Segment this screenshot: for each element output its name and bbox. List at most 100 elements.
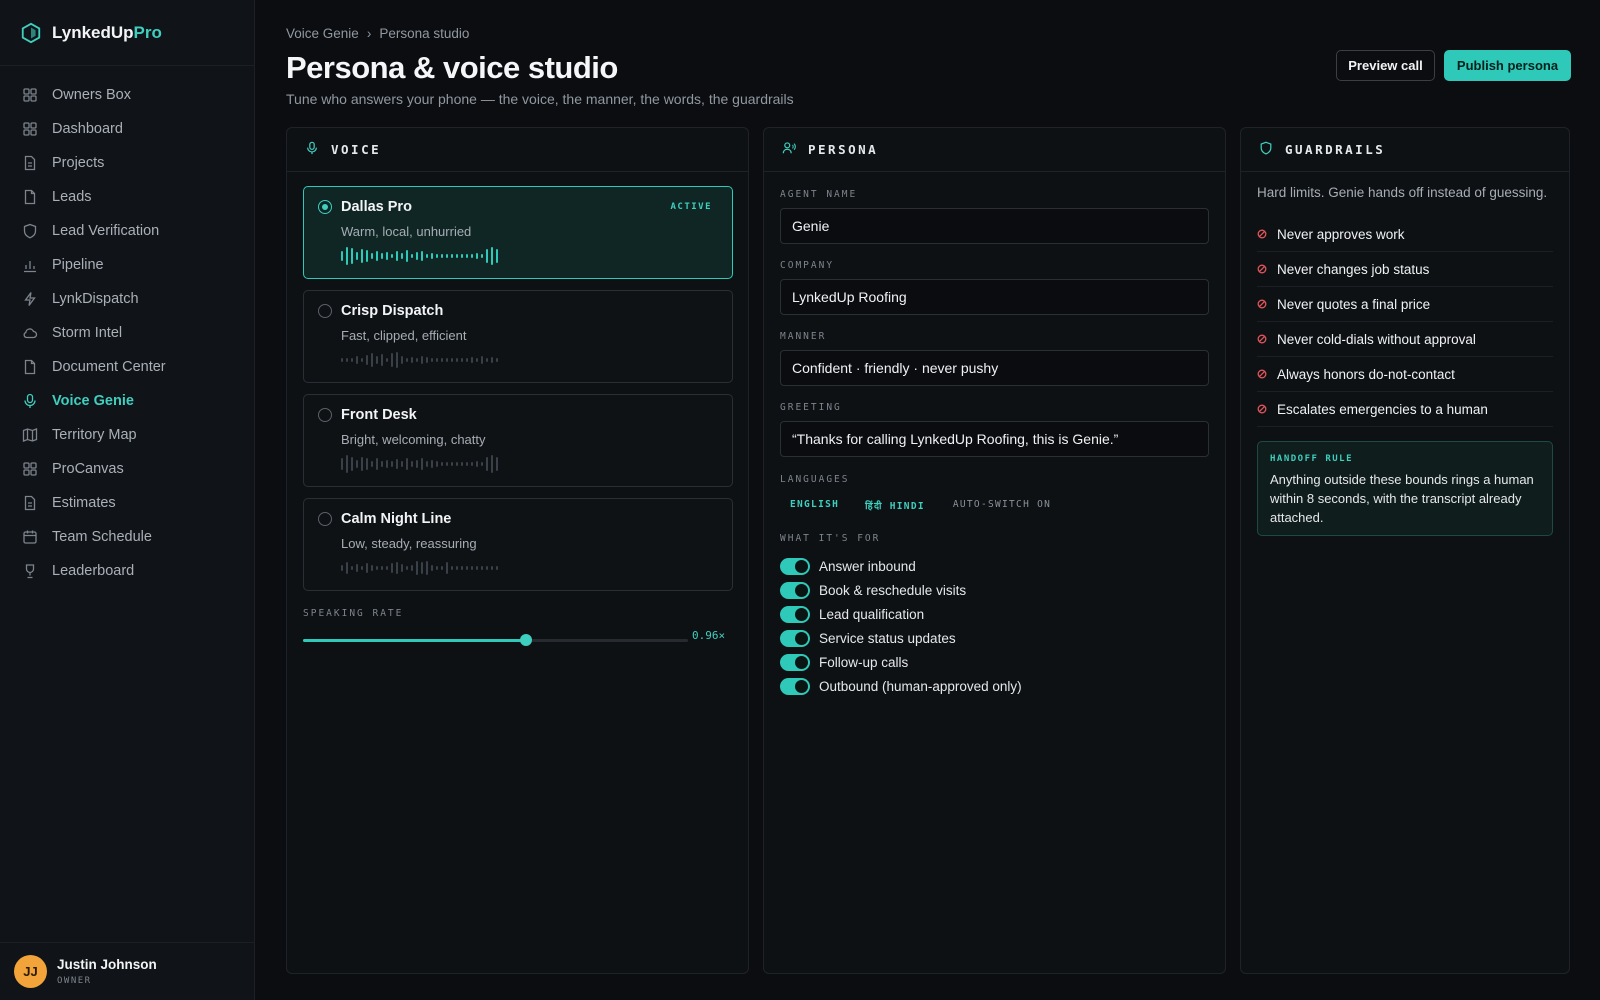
prohibited-icon (1257, 404, 1267, 414)
waveform-bar (361, 358, 363, 362)
waveform-bar (466, 566, 468, 570)
use-toggle-row: Lead qualification (780, 602, 1022, 626)
waveform-bar (491, 455, 493, 473)
waveform-bar (396, 251, 398, 261)
waveform-bar (431, 253, 433, 259)
waveform-bar (426, 357, 428, 363)
sidebar-item-storm-intel[interactable]: Storm Intel (0, 316, 254, 350)
waveform-bar (421, 251, 423, 261)
auto-switch-toggle[interactable]: AUTO-SWITCH ON (935, 496, 1061, 515)
waveform-bar (496, 358, 498, 362)
sidebar-item-estimates[interactable]: Estimates (0, 486, 254, 520)
language-hindi[interactable]: हिंदी HINDI (849, 496, 935, 515)
sidebar-item-team-schedule[interactable]: Team Schedule (0, 520, 254, 554)
voice-radio[interactable] (318, 408, 332, 422)
brand-name: LynkedUpPro (52, 23, 162, 43)
lightning-icon (22, 291, 38, 307)
speaking-rate-slider[interactable] (303, 633, 688, 647)
sidebar-item-dashboard[interactable]: Dashboard (0, 112, 254, 146)
sidebar-item-lead-verification[interactable]: Lead Verification (0, 214, 254, 248)
voice-waveform[interactable] (341, 455, 498, 473)
waveform-bar (426, 561, 428, 575)
waveform-bar (406, 250, 408, 262)
waveform-bar (431, 565, 433, 571)
waveform-bar (401, 564, 403, 572)
prohibited-icon (1257, 369, 1267, 379)
use-toggle[interactable] (780, 677, 810, 695)
guardrail-rule-text: Never approves work (1277, 226, 1405, 242)
use-toggle-row: Follow-up calls (780, 650, 1022, 674)
greeting-input[interactable] (780, 421, 1209, 457)
preview-call-button[interactable]: Preview call (1336, 50, 1435, 81)
waveform-bar (421, 458, 423, 470)
sidebar-item-projects[interactable]: Projects (0, 146, 254, 180)
sidebar-item-leads[interactable]: Leads (0, 180, 254, 214)
guardrail-rule: Escalates emergencies to a human (1257, 392, 1553, 427)
bar-chart-icon (22, 257, 38, 273)
breadcrumb-voice-genie[interactable]: Voice Genie (286, 26, 359, 41)
language-english[interactable]: ENGLISH (780, 496, 849, 515)
waveform-bar (381, 253, 383, 259)
sidebar-item-label: Voice Genie (52, 393, 134, 409)
voice-radio[interactable] (318, 200, 332, 214)
voice-radio[interactable] (318, 304, 332, 318)
waveform-bar (401, 356, 403, 364)
agent-name-input[interactable] (780, 208, 1209, 244)
map-icon (22, 427, 38, 443)
publish-persona-button[interactable]: Publish persona (1444, 50, 1571, 81)
voice-radio[interactable] (318, 512, 332, 526)
sidebar-item-territory-map[interactable]: Territory Map (0, 418, 254, 452)
voice-waveform[interactable] (341, 247, 498, 265)
sidebar-item-label: Document Center (52, 359, 166, 375)
sidebar-item-document-center[interactable]: Document Center (0, 350, 254, 384)
waveform-bar (476, 566, 478, 570)
voice-panel-title: VOICE (331, 142, 382, 157)
use-toggle[interactable] (780, 629, 810, 647)
agent-name-label: AGENT NAME (780, 189, 858, 200)
waveform-bar (386, 566, 388, 570)
voice-option-crisp-dispatch[interactable]: Crisp Dispatch Fast, clipped, efficient (303, 290, 733, 383)
sidebar-item-pipeline[interactable]: Pipeline (0, 248, 254, 282)
waveform-bar (361, 249, 363, 263)
waveform-bar (391, 461, 393, 467)
voice-option-calm-night-line[interactable]: Calm Night Line Low, steady, reassuring (303, 498, 733, 591)
slider-thumb[interactable] (520, 634, 533, 646)
voice-waveform[interactable] (341, 559, 498, 577)
use-toggle[interactable] (780, 605, 810, 623)
waveform-bar (381, 461, 383, 467)
waveform-bar (476, 253, 478, 259)
sidebar-item-voice-genie[interactable]: Voice Genie (0, 384, 254, 418)
guardrail-rule-text: Escalates emergencies to a human (1277, 401, 1488, 417)
waveform-bar (471, 254, 473, 258)
manner-input[interactable] (780, 350, 1209, 386)
voice-option-front-desk[interactable]: Front Desk Bright, welcoming, chatty (303, 394, 733, 487)
waveform-bar (446, 358, 448, 362)
sidebar-item-label: Team Schedule (52, 529, 152, 545)
waveform-bar (461, 254, 463, 258)
sidebar-item-procanvas[interactable]: ProCanvas (0, 452, 254, 486)
microphone-icon (305, 141, 319, 158)
waveform-bar (466, 462, 468, 466)
waveform-bar (456, 254, 458, 258)
voice-option-dallas-pro[interactable]: Dallas Pro Warm, local, unhurried ACTIVE (303, 186, 733, 279)
waveform-bar (386, 460, 388, 468)
voice-waveform[interactable] (341, 351, 498, 369)
waveform-bar (451, 566, 453, 570)
user-profile[interactable]: JJ Justin Johnson OWNER (0, 942, 255, 1000)
waveform-bar (391, 353, 393, 367)
sidebar-item-leaderboard[interactable]: Leaderboard (0, 554, 254, 588)
waveform-bar (341, 358, 343, 362)
sidebar-item-lynkdispatch[interactable]: LynkDispatch (0, 282, 254, 316)
use-toggle[interactable] (780, 653, 810, 671)
use-toggle[interactable] (780, 581, 810, 599)
company-input[interactable] (780, 279, 1209, 315)
brand[interactable]: LynkedUpPro (0, 0, 254, 66)
waveform-bar (416, 460, 418, 468)
greeting-label: GREETING (780, 402, 842, 413)
sidebar-item-label: LynkDispatch (52, 291, 139, 307)
sidebar-item-owners-box[interactable]: Owners Box (0, 78, 254, 112)
waveform-bar (381, 354, 383, 366)
voice-name: Dallas Pro (341, 199, 412, 215)
handoff-rule-label: HANDOFF RULE (1270, 454, 1354, 464)
use-toggle[interactable] (780, 557, 810, 575)
